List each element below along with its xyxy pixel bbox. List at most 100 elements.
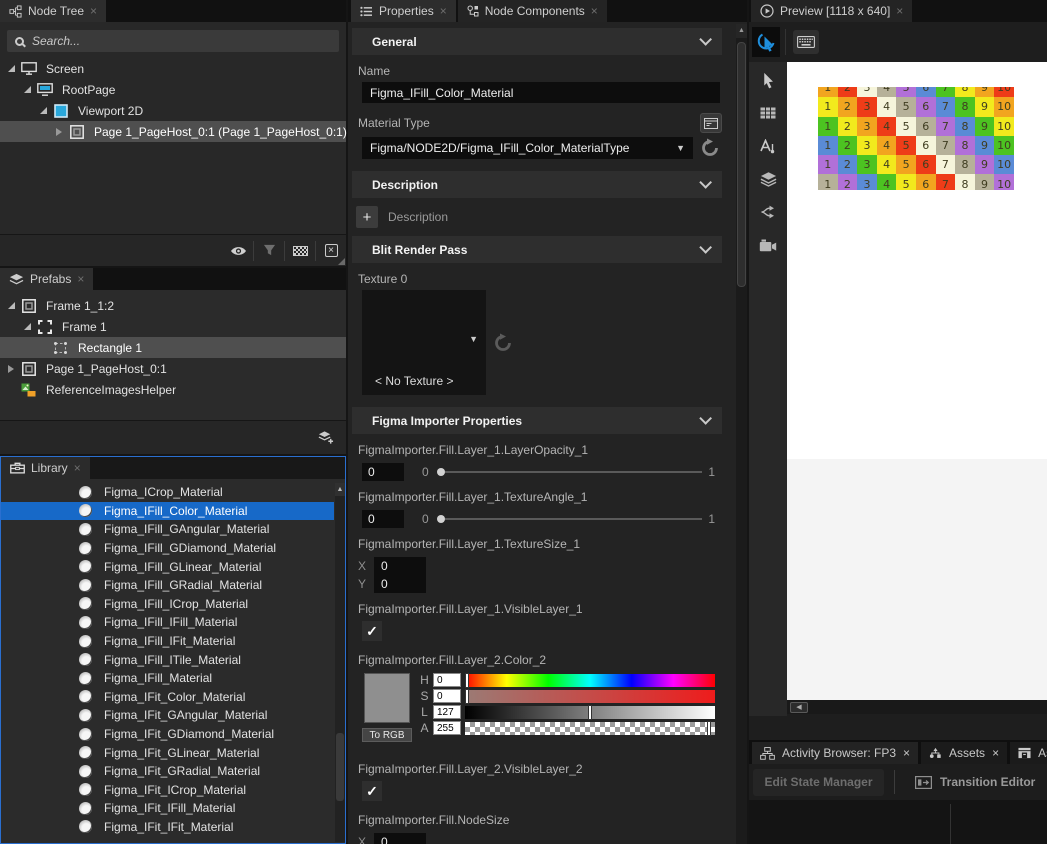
add-prefab-button[interactable] [310, 422, 340, 454]
search-input[interactable] [32, 34, 331, 48]
tree-row-screen[interactable]: Screen [0, 58, 346, 79]
slider-handle[interactable] [437, 468, 445, 476]
library-item[interactable]: Figma_IFill_ICrop_Material [1, 595, 334, 614]
node-tree-search[interactable] [7, 30, 339, 52]
slider-track[interactable] [445, 471, 703, 473]
visibility-filter-button[interactable] [223, 235, 253, 267]
tab-node-components[interactable]: Node Components × [458, 0, 607, 22]
text-tool-button[interactable] [756, 135, 780, 157]
tab-node-tree[interactable]: Node Tree × [0, 0, 106, 22]
tree-row-viewport[interactable]: Viewport 2D [0, 100, 346, 121]
filter-button[interactable] [254, 235, 284, 267]
connections-button[interactable] [756, 201, 780, 223]
library-item[interactable]: Figma_IFit_ICrop_Material [1, 781, 334, 800]
lightness-slider[interactable] [465, 706, 715, 719]
virtual-keyboard-button[interactable] [793, 30, 819, 54]
node-size-x-field[interactable]: 0 [374, 833, 426, 844]
preview-canvas[interactable]: 1234567891012345678910123456789101234567… [787, 62, 1047, 459]
material-type-dropdown[interactable]: Figma/NODE2D/Figma_IFill_Color_MaterialT… [362, 137, 693, 159]
alpha-field[interactable] [433, 721, 461, 735]
tab-asset-partial[interactable]: Asset [1010, 742, 1047, 764]
tab-activity-browser[interactable]: Activity Browser: FP3 × [752, 742, 918, 764]
scrollbar-thumb[interactable] [737, 42, 746, 287]
visible-layer-1-checkbox[interactable] [362, 621, 382, 641]
edit-state-manager-button[interactable]: Edit State Manager [753, 769, 884, 796]
layers-button[interactable] [756, 168, 780, 190]
library-item[interactable]: Figma_IFit_IFill_Material [1, 799, 334, 818]
camera-button[interactable] [756, 234, 780, 256]
slider-handle[interactable] [437, 515, 445, 523]
library-item[interactable]: Figma_IFit_Color_Material [1, 688, 334, 707]
library-scrollbar[interactable]: ▲ [335, 483, 345, 842]
alpha-slider[interactable] [465, 722, 715, 735]
texture-angle-value[interactable]: 0 [362, 510, 404, 528]
scroll-left-button[interactable]: ◀ [790, 702, 808, 713]
layer-opacity-value[interactable]: 0 [362, 463, 404, 481]
texture-dropdown[interactable]: ▼ < No Texture > [362, 290, 486, 395]
close-icon[interactable]: × [992, 746, 999, 760]
library-item[interactable]: Figma_IFill_GAngular_Material [1, 520, 334, 539]
interact-mode-button[interactable] [752, 27, 780, 57]
tree-row-rootpage[interactable]: RootPage [0, 79, 346, 100]
revert-button[interactable] [493, 333, 513, 353]
scrollbar-thumb[interactable] [336, 733, 344, 801]
library-item[interactable]: Figma_IFill_Material [1, 669, 334, 688]
tab-properties[interactable]: Properties × [351, 0, 456, 22]
section-figma-importer[interactable]: Figma Importer Properties [352, 407, 722, 434]
revert-button[interactable] [700, 138, 720, 158]
slider-marker[interactable] [588, 705, 592, 720]
to-rgb-button[interactable]: To RGB [362, 728, 412, 742]
tab-assets[interactable]: Assets × [921, 742, 1007, 764]
library-item[interactable]: Figma_IFill_GDiamond_Material [1, 539, 334, 558]
library-item[interactable]: Figma_ICrop_Material [1, 483, 334, 502]
close-icon[interactable]: × [77, 273, 84, 285]
texture-size-x-field[interactable]: 0 [374, 557, 426, 575]
visible-layer-2-checkbox[interactable] [362, 781, 382, 801]
section-description[interactable]: Description [352, 171, 722, 198]
expander-icon[interactable] [22, 86, 32, 93]
hue-slider[interactable] [465, 674, 715, 687]
slider-marker[interactable] [707, 721, 711, 736]
library-item[interactable]: Figma_IFill_IFit_Material [1, 632, 334, 651]
saturation-field[interactable] [433, 689, 461, 703]
library-item[interactable]: Figma_IFit_GAngular_Material [1, 706, 334, 725]
expander-icon[interactable] [6, 65, 16, 72]
expander-icon[interactable] [54, 128, 64, 136]
tab-prefabs[interactable]: Prefabs × [0, 268, 93, 290]
scroll-up-icon[interactable]: ▲ [335, 483, 345, 496]
library-item[interactable]: Figma_IFit_GLinear_Material [1, 743, 334, 762]
dither-toggle-button[interactable] [285, 235, 315, 267]
library-item[interactable]: Figma_IFill_GLinear_Material [1, 557, 334, 576]
close-icon[interactable]: × [90, 5, 97, 17]
library-item[interactable]: Figma_IFit_GRadial_Material [1, 762, 334, 781]
lightness-field[interactable] [433, 705, 461, 719]
name-field[interactable] [362, 82, 720, 103]
close-icon[interactable]: × [440, 5, 447, 17]
prefab-row-frame1[interactable]: Frame 1 [0, 316, 346, 337]
prefab-row-refimages[interactable]: ReferenceImagesHelper [0, 379, 346, 400]
tab-preview[interactable]: Preview [1118 x 640] × [751, 0, 912, 22]
preview-canvas-lower[interactable] [787, 459, 1047, 700]
select-tool-button[interactable] [756, 69, 780, 91]
color-swatch[interactable] [364, 673, 410, 723]
expander-icon[interactable] [22, 323, 32, 330]
prefab-row-rectangle[interactable]: Rectangle 1 [0, 337, 346, 358]
close-icon[interactable]: × [903, 746, 910, 760]
slider-marker[interactable] [465, 673, 469, 688]
tree-row-pagehost[interactable]: Page 1_PageHost_0:1 (Page 1_PageHost_0:1… [0, 121, 346, 142]
texture-size-y-field[interactable]: 0 [374, 575, 426, 593]
library-item[interactable]: Figma_IFill_ITile_Material [1, 650, 334, 669]
grid-view-button[interactable] [756, 102, 780, 124]
close-icon[interactable]: × [896, 5, 903, 17]
section-blit-render-pass[interactable]: Blit Render Pass [352, 236, 722, 263]
prefab-row-pagehost[interactable]: Page 1_PageHost_0:1 [0, 358, 346, 379]
close-icon[interactable]: × [74, 462, 81, 474]
resize-grip[interactable] [338, 258, 345, 265]
tab-library[interactable]: Library × [1, 457, 90, 479]
saturation-slider[interactable] [465, 690, 715, 703]
material-type-editor-button[interactable] [700, 113, 722, 133]
properties-scrollbar[interactable]: ▲ [736, 24, 747, 844]
library-item[interactable]: Figma_IFit_IFit_Material [1, 818, 334, 837]
expander-icon[interactable] [6, 302, 16, 309]
slider-marker[interactable] [465, 689, 469, 704]
